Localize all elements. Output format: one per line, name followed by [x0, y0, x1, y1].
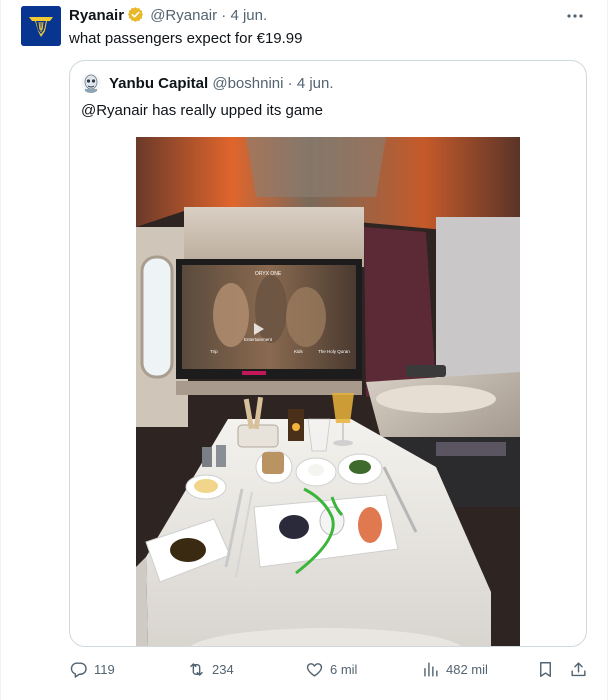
- reply-icon: [70, 661, 87, 678]
- quoted-tweet-text: @Ryanair has really upped its game: [81, 102, 324, 119]
- author-handle[interactable]: @Ryanair: [150, 7, 217, 24]
- more-dots-icon[interactable]: [561, 6, 589, 26]
- heart-icon: [306, 662, 323, 677]
- author-avatar[interactable]: [21, 6, 61, 46]
- quoted-tweet[interactable]: Yanbu Capital @boshnini · 4 jun. @Ryanai…: [69, 60, 587, 647]
- tweet-photo[interactable]: ORYX ONE Trip Entertainment Kids The Hol…: [136, 137, 520, 646]
- tweet-container: Ryanair @Ryanair · 4 jun. what passenger…: [0, 0, 608, 700]
- reply-button[interactable]: 119: [69, 656, 115, 682]
- like-button[interactable]: 6 mil: [305, 656, 357, 682]
- quoted-author-avatar[interactable]: [81, 73, 101, 93]
- bookmark-button[interactable]: [536, 656, 555, 682]
- separator-dot: ·: [221, 7, 227, 24]
- views-button[interactable]: 482 mil: [421, 656, 488, 682]
- screen-menu-quran: The Holy Quran: [318, 349, 350, 354]
- screen-menu-entertainment: Entertainment: [244, 337, 273, 342]
- quoted-tweet-date[interactable]: 4 jun.: [297, 75, 334, 92]
- tweet-actions: 119 234 6 mil 482 mil: [1, 656, 609, 682]
- views-count: 482 mil: [446, 661, 488, 677]
- bookmark-icon: [540, 661, 551, 677]
- cabin-photo-illustration: ORYX ONE Trip Entertainment Kids The Hol…: [136, 137, 520, 646]
- screen-menu-trip: Trip: [210, 349, 218, 354]
- quoted-author-name[interactable]: Yanbu Capital: [109, 75, 208, 92]
- verified-badge-icon: [127, 6, 144, 29]
- separator-dot: ·: [287, 75, 293, 92]
- screen-menu-kids: Kids: [294, 349, 304, 354]
- quoted-author-handle[interactable]: @boshnini: [212, 75, 283, 92]
- repost-icon: [190, 662, 203, 676]
- tweet-date[interactable]: 4 jun.: [230, 7, 267, 24]
- screen-brand-caption: ORYX ONE: [255, 271, 282, 277]
- tweet-header: Ryanair @Ryanair · 4 jun.: [69, 6, 267, 29]
- ryanair-harp-logo: [21, 6, 61, 46]
- share-icon: [571, 661, 586, 676]
- repost-count: 234: [212, 661, 234, 677]
- quoted-tweet-header: Yanbu Capital @boshnini · 4 jun.: [109, 74, 334, 94]
- author-name[interactable]: Ryanair: [69, 7, 124, 24]
- tweet-text: what passengers expect for €19.99: [69, 30, 303, 47]
- analytics-icon: [424, 661, 438, 677]
- share-button[interactable]: [569, 656, 588, 682]
- repost-button[interactable]: 234: [187, 656, 234, 682]
- like-count: 6 mil: [330, 661, 358, 677]
- reply-count: 119: [94, 661, 115, 677]
